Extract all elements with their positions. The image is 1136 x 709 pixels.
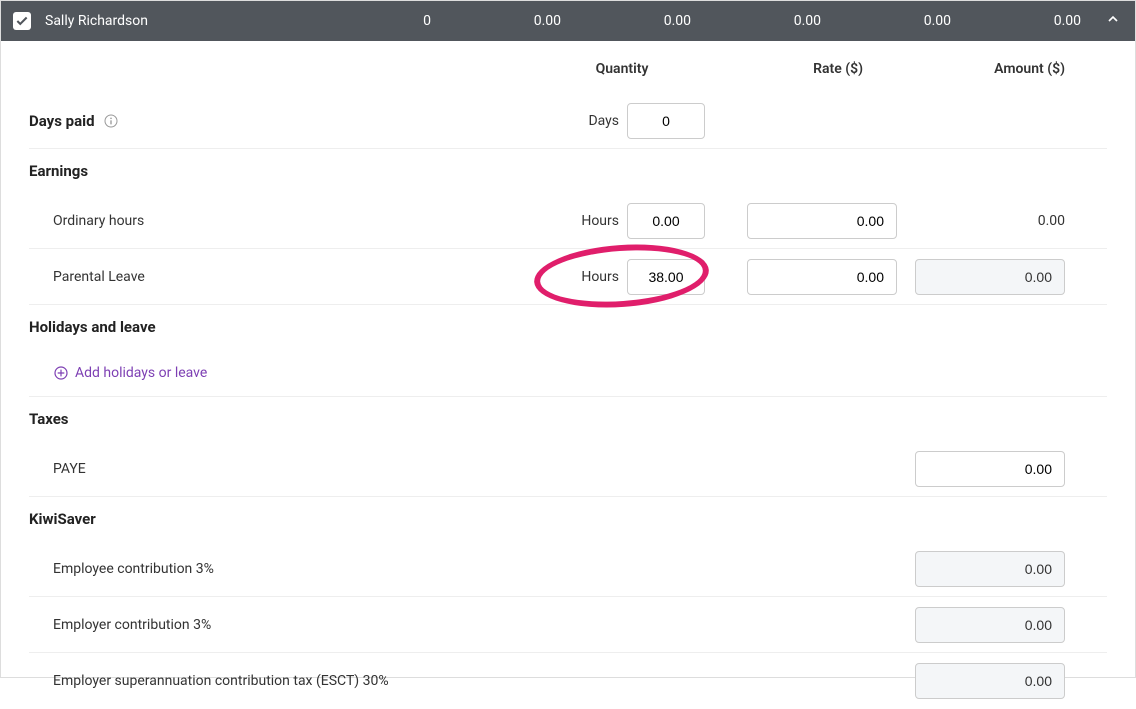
employee-summary-row[interactable]: Sally Richardson 0 0.00 0.00 0.00 0.00 0… — [1, 1, 1135, 41]
parental-leave-label: Parental Leave — [53, 269, 145, 285]
esct-row: Employer superannuation contribution tax… — [29, 653, 1107, 709]
parental-leave-quantity-input[interactable] — [627, 259, 705, 295]
holidays-heading: Holidays and leave — [29, 318, 156, 336]
esct-amount — [915, 663, 1065, 699]
employee-contribution-row: Employee contribution 3% — [29, 541, 1107, 597]
column-headers: Quantity Rate ($) Amount ($) — [29, 61, 1107, 93]
summary-value-3: 0.00 — [701, 13, 831, 29]
add-holidays-row: Add holidays or leave — [29, 349, 1107, 397]
days-paid-quantity-input[interactable] — [627, 103, 705, 139]
ordinary-hours-unit: Hours — [581, 213, 619, 229]
ordinary-hours-quantity-input[interactable] — [627, 203, 705, 239]
employee-contribution-label: Employee contribution 3% — [53, 561, 214, 577]
kiwisaver-heading: KiwiSaver — [29, 510, 96, 528]
parental-leave-rate-input[interactable] — [747, 259, 897, 295]
summary-value-2: 0.00 — [571, 13, 701, 29]
ordinary-hours-label: Ordinary hours — [53, 213, 144, 229]
esct-label: Employer superannuation contribution tax… — [53, 673, 389, 689]
paye-row: PAYE — [29, 441, 1107, 497]
days-paid-label: Days paid — [29, 112, 95, 130]
summary-value-4: 0.00 — [831, 13, 961, 29]
amount-header: Amount ($) — [907, 61, 1107, 77]
parental-leave-row: Parental Leave Hours — [29, 249, 1107, 305]
taxes-heading-row: Taxes — [29, 397, 1107, 441]
parental-leave-unit: Hours — [581, 269, 619, 285]
summary-value-1: 0.00 — [441, 13, 571, 29]
employee-name: Sally Richardson — [45, 13, 148, 29]
employee-contribution-amount — [915, 551, 1065, 587]
paye-label: PAYE — [53, 461, 86, 477]
employer-contribution-row: Employer contribution 3% — [29, 597, 1107, 653]
ordinary-hours-rate-input[interactable] — [747, 203, 897, 239]
employer-contribution-label: Employer contribution 3% — [53, 617, 211, 633]
summary-value-0: 0 — [311, 13, 441, 29]
taxes-heading: Taxes — [29, 410, 69, 428]
add-holidays-link-text: Add holidays or leave — [75, 365, 207, 381]
paye-amount-input[interactable] — [915, 451, 1065, 487]
days-paid-unit: Days — [588, 113, 619, 129]
rate-header: Rate ($) — [717, 61, 907, 77]
earnings-heading-row: Earnings — [29, 149, 1107, 193]
employer-contribution-amount — [915, 607, 1065, 643]
checkmark-icon — [15, 14, 29, 28]
days-paid-row: Days paid Days — [29, 93, 1107, 149]
employee-checkbox[interactable] — [9, 12, 35, 30]
info-icon[interactable] — [103, 113, 119, 129]
add-holidays-link[interactable]: Add holidays or leave — [53, 357, 207, 389]
holidays-heading-row: Holidays and leave — [29, 305, 1107, 349]
ordinary-hours-row: Ordinary hours Hours 0.00 — [29, 193, 1107, 249]
plus-circle-icon — [53, 365, 69, 381]
parental-leave-amount-input — [915, 259, 1065, 295]
quantity-header: Quantity — [527, 61, 717, 77]
chevron-up-icon[interactable] — [1105, 11, 1121, 27]
earnings-heading: Earnings — [29, 162, 88, 180]
ordinary-hours-amount: 0.00 — [1038, 213, 1065, 229]
summary-value-5: 0.00 — [961, 13, 1091, 29]
kiwisaver-heading-row: KiwiSaver — [29, 497, 1107, 541]
